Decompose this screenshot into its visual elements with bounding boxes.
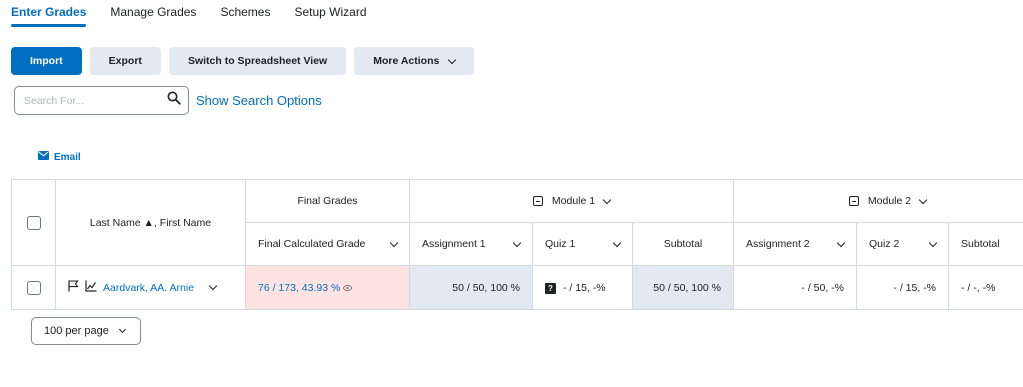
quiz-1-label: Quiz 1 [545, 238, 576, 250]
more-actions-button[interactable]: More Actions [354, 47, 475, 75]
table-row: Aardvark, AA. Arnie 76 / 173, 43.93 % 50… [11, 265, 1023, 310]
spreadsheet-view-button[interactable]: Switch to Spreadsheet View [168, 47, 347, 75]
search-row: Show Search Options [14, 86, 322, 115]
search-field [14, 86, 189, 115]
collapse-icon[interactable] [848, 196, 859, 206]
row-select-cell [11, 265, 56, 310]
name-header-label: Last Name ▲, First Name [89, 216, 212, 229]
search-input[interactable] [24, 94, 154, 107]
tab-schemes[interactable]: Schemes [220, 0, 270, 30]
tab-bar: Enter Grades Manage Grades Schemes Setup… [11, 0, 367, 30]
chevron-down-icon[interactable] [512, 238, 522, 247]
chevron-down-icon[interactable] [389, 238, 399, 247]
assignment-2-value: - / 50, -% [801, 281, 845, 294]
module-2-header: Module 2 [733, 179, 1023, 223]
progress-chart-icon[interactable] [85, 280, 97, 295]
search-icon[interactable] [167, 91, 181, 110]
chevron-down-icon[interactable] [928, 238, 938, 247]
spreadsheet-view-label: Switch to Spreadsheet View [187, 55, 328, 67]
quiz-2-label: Quiz 2 [869, 238, 900, 250]
more-actions-label: More Actions [373, 55, 440, 67]
quiz-1-value: - / 15, -% [563, 281, 606, 294]
module-1-label: Module 1 [551, 195, 596, 207]
collapse-icon[interactable] [532, 196, 543, 206]
chevron-down-icon [118, 325, 126, 334]
toolbar: Import Export Switch to Spreadsheet View… [11, 47, 475, 75]
student-name-link[interactable]: Aardvark, AA. Arnie [103, 282, 194, 294]
quiz-2-value: - / 15, -% [893, 281, 937, 294]
import-label: Import [30, 55, 63, 67]
quiz-1-cell[interactable]: ? - / 15, -% [532, 265, 633, 310]
question-icon: ? [545, 282, 556, 294]
subtotal-2-label: Subtotal [961, 238, 1000, 250]
row-checkbox[interactable] [26, 280, 41, 295]
tab-setup-wizard[interactable]: Setup Wizard [294, 0, 366, 30]
assignment-1-header[interactable]: Assignment 1 [409, 222, 533, 266]
assignment-1-label: Assignment 1 [422, 238, 486, 250]
assignment-2-header[interactable]: Assignment 2 [733, 222, 858, 266]
chevron-down-icon[interactable] [612, 238, 622, 247]
tab-enter-grades[interactable]: Enter Grades [11, 0, 87, 30]
select-all-checkbox[interactable] [26, 215, 41, 230]
flag-icon[interactable] [68, 280, 79, 295]
subtotal-1-value: 50 / 50, 100 % [653, 281, 722, 294]
chevron-down-icon [448, 55, 457, 64]
final-calculated-label: Final Calculated Grade [258, 238, 366, 250]
export-button[interactable]: Export [89, 47, 161, 75]
chevron-down-icon[interactable] [918, 195, 928, 204]
subtotal-1-label: Subtotal [663, 238, 703, 250]
email-label: Email [54, 151, 81, 163]
final-calculated-header[interactable]: Final Calculated Grade [245, 222, 410, 266]
final-grade-value: 76 / 173, 43.93 % [258, 281, 341, 294]
per-page-select[interactable]: 100 per page [31, 317, 141, 345]
quiz-1-header[interactable]: Quiz 1 [532, 222, 633, 266]
name-column-header[interactable]: Last Name ▲, First Name [55, 179, 246, 266]
module-2-label: Module 2 [867, 195, 912, 207]
assignment-1-value: 50 / 50, 100 % [452, 281, 520, 294]
final-grade-cell[interactable]: 76 / 173, 43.93 % [245, 265, 410, 310]
email-button[interactable]: Email [38, 151, 81, 163]
eye-icon[interactable] [343, 282, 353, 294]
tab-manage-grades[interactable]: Manage Grades [110, 0, 196, 30]
show-search-options-link[interactable]: Show Search Options [196, 93, 322, 108]
assignment-2-label: Assignment 2 [746, 238, 810, 250]
quiz-2-cell[interactable]: - / 15, -% [856, 265, 950, 310]
envelope-icon [38, 151, 49, 163]
chevron-down-icon[interactable] [602, 195, 612, 204]
chevron-down-icon[interactable] [208, 281, 218, 291]
subtotal-1-header: Subtotal [631, 222, 735, 266]
subtotal-1-cell: 50 / 50, 100 % [631, 265, 735, 310]
select-all-cell [11, 179, 56, 266]
subtotal-2-value: - / -, -% [961, 281, 996, 294]
import-button[interactable]: Import [11, 47, 82, 75]
final-grades-label: Final Grades [297, 195, 358, 207]
assignment-2-cell[interactable]: - / 50, -% [733, 265, 858, 310]
module-1-header: Module 1 [408, 179, 735, 223]
assignment-1-cell[interactable]: 50 / 50, 100 % [409, 265, 533, 310]
grades-table: Last Name ▲, First Name Final Grades Mod… [11, 179, 1023, 310]
export-label: Export [108, 55, 142, 67]
subtotal-2-header: Subtotal [948, 222, 1023, 266]
quiz-2-header[interactable]: Quiz 2 [856, 222, 950, 266]
per-page-value: 100 per page [44, 325, 109, 337]
student-cell: Aardvark, AA. Arnie [55, 265, 246, 310]
chevron-down-icon[interactable] [836, 238, 846, 247]
final-grades-header: Final Grades [245, 179, 410, 223]
subtotal-2-cell: - / -, -% [948, 265, 1023, 310]
